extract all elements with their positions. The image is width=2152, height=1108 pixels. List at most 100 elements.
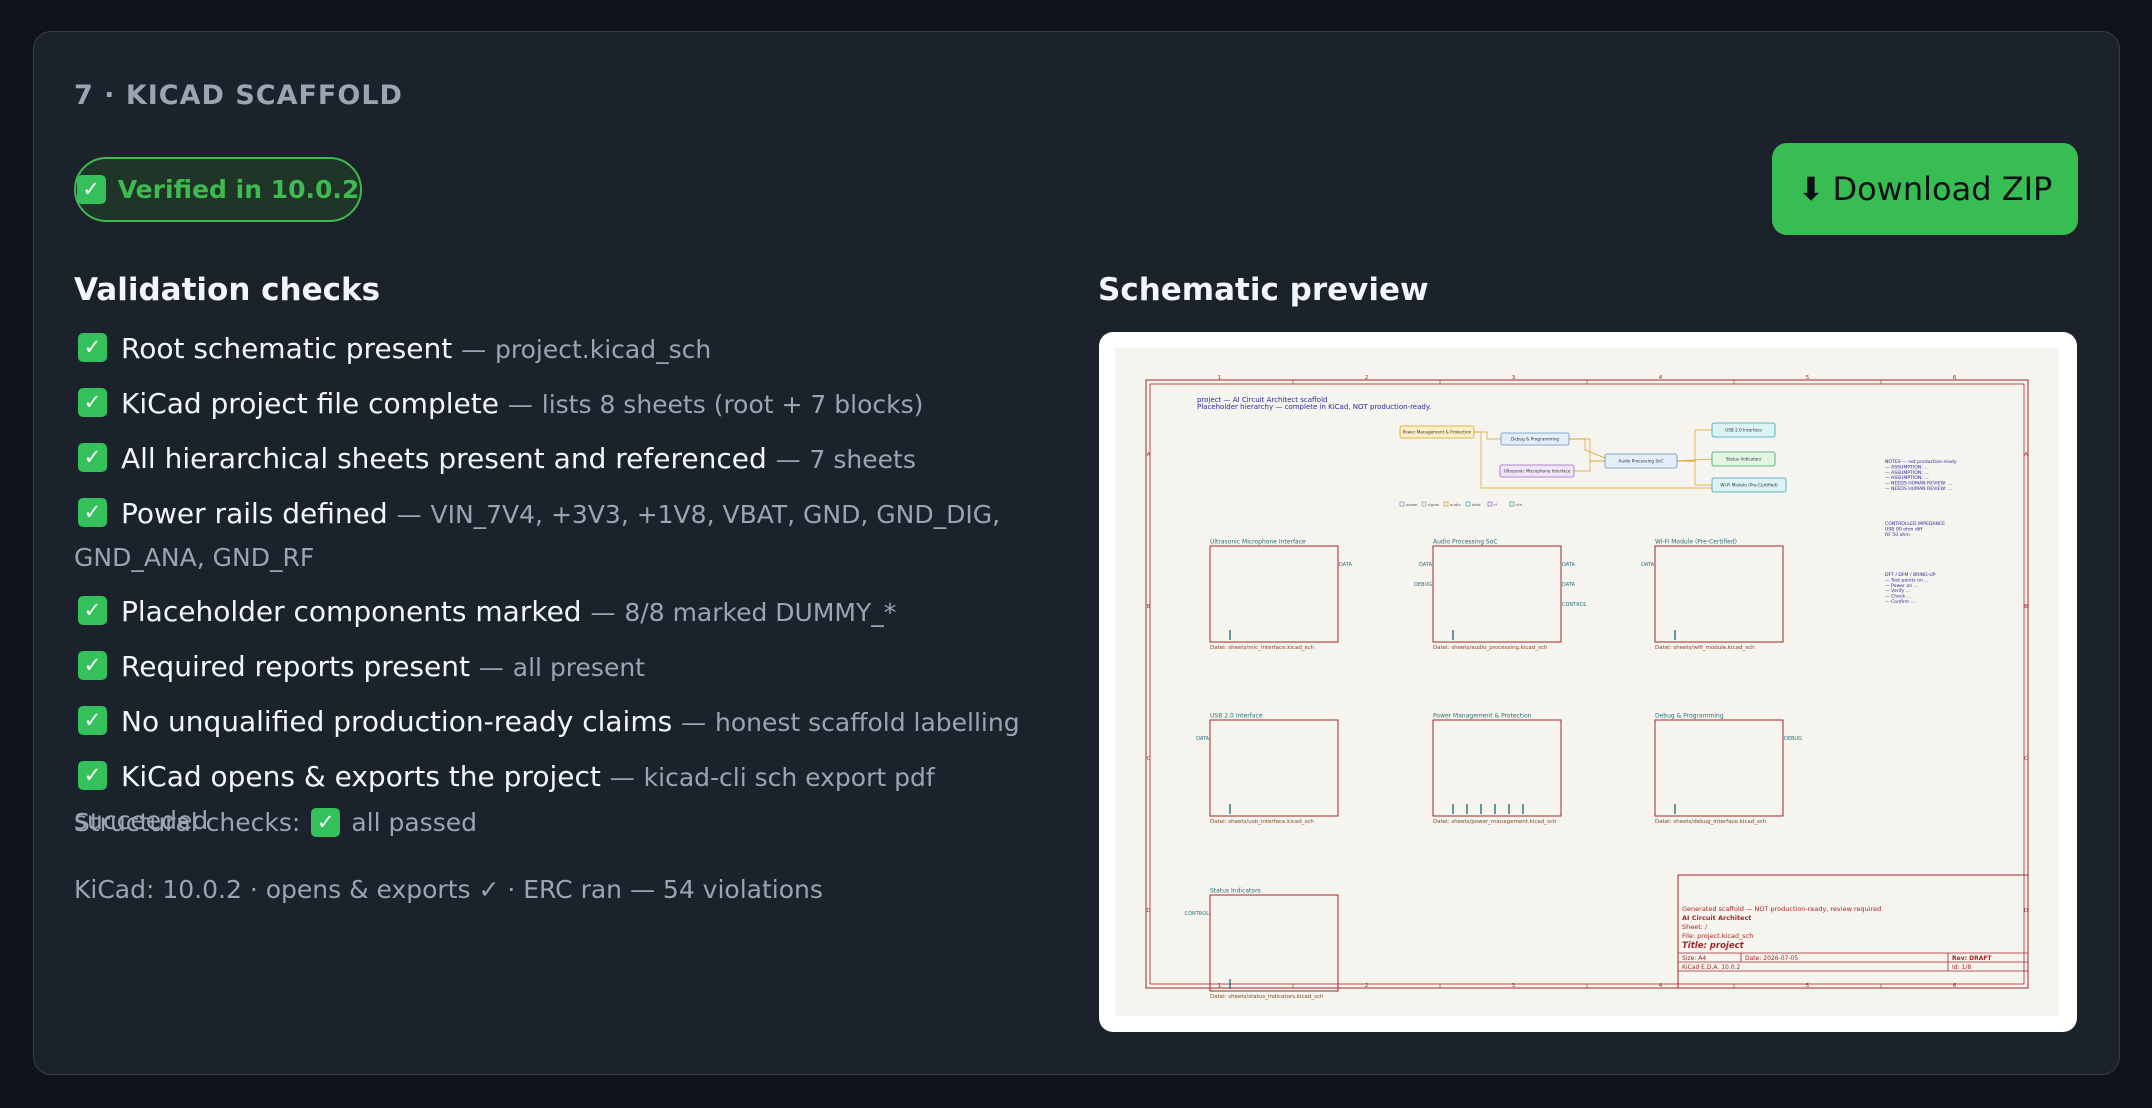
sheet-title: Audio Processing SoC xyxy=(1433,539,1498,546)
sheet-pin-label: CONTROL xyxy=(1185,911,1210,917)
bringup-line: — Test points on ... xyxy=(1885,577,1929,583)
validation-check-item: ✓ Root schematic present — project.kicad_… xyxy=(74,328,1074,371)
frame-column-number: 4 xyxy=(1659,375,1663,381)
validation-checks-heading: Validation checks xyxy=(74,272,381,308)
legend-label: ctrl xyxy=(1516,502,1522,507)
check-label: Power rails defined xyxy=(121,497,388,530)
diagram-block-label: Debug & Programming xyxy=(1511,437,1559,442)
frame-column-number: 5 xyxy=(1806,375,1810,381)
check-label: All hierarchical sheets present and refe… xyxy=(121,442,767,475)
sheet-file: Datei: sheets/status_indicators.kicad_sc… xyxy=(1210,994,1324,1000)
impedance-line: USB 90 ohm diff xyxy=(1885,526,1923,532)
check-label: Placeholder components marked xyxy=(121,595,582,628)
notes-line: — NEEDS HUMAN REVIEW: ... xyxy=(1885,481,1952,487)
title-block-tool: KiCad E.D.A. 10.0.2 xyxy=(1682,964,1740,971)
schematic-preview-heading: Schematic preview xyxy=(1098,272,1429,308)
legend-label: signal xyxy=(1428,502,1439,507)
schematic-preview-image: 112233445566AABBCCDD project — AI Circui… xyxy=(1099,332,2077,1032)
check-box-icon: ✓ xyxy=(311,808,341,837)
check-label: Required reports present xyxy=(121,650,470,683)
sheet-file: Datei: sheets/debug_interface.kicad_sch xyxy=(1655,819,1767,825)
check-detail: all present xyxy=(512,653,645,682)
frame-column-number: 2 xyxy=(1365,983,1369,989)
impedance-line: CONTROLLED IMPEDANCE xyxy=(1885,521,1945,527)
diagram-block-label: USB 2.0 Interface xyxy=(1725,428,1762,433)
notes-line: — ASSUMPTION: ... xyxy=(1885,470,1929,476)
check-detail: lists 8 sheets (root + 7 blocks) xyxy=(541,390,924,419)
legend-label: data xyxy=(1472,502,1481,507)
check-label: KiCad project file complete xyxy=(121,387,499,420)
diagram-block-label: Ultrasonic Microphone Interface xyxy=(1504,469,1571,474)
sheet-file: Datei: sheets/mic_interface.kicad_sch xyxy=(1210,645,1314,651)
frame-column-number: 6 xyxy=(1953,375,1957,381)
diagram-block-label: Wi-Fi Module (Pre-Certified) xyxy=(1720,483,1778,488)
bringup-line: DFT / DFM / BRING-UP xyxy=(1885,572,1936,578)
sheet-title: USB 2.0 Interface xyxy=(1210,713,1263,720)
structural-checks: Structural checks: ✓ all passed xyxy=(74,808,477,837)
frame-column-number: 2 xyxy=(1365,375,1369,381)
title-block-company: AI Circuit Architect xyxy=(1682,914,1751,922)
check-separator: — xyxy=(478,653,504,682)
sheet-pin-label: CONTROL xyxy=(1562,602,1587,608)
title-block-date: Date: 2026-07-05 xyxy=(1745,955,1798,962)
validation-check-item: ✓ Power rails defined — VIN_7V4, +3V3, +1… xyxy=(74,493,1074,579)
sheet-pin-label: DATA xyxy=(1419,562,1432,568)
sheet-file: Datei: sheets/usb_interface.kicad_sch xyxy=(1210,819,1314,825)
schematic-header-line2: Placeholder hierarchy — complete in KiCa… xyxy=(1197,403,1431,411)
validation-check-item: ✓ No unqualified production-ready claims … xyxy=(74,701,1074,744)
check-label: KiCad opens & exports the project xyxy=(121,760,601,793)
title-block-sheet: Sheet: / xyxy=(1682,923,1708,931)
check-separator: — xyxy=(775,445,801,474)
notes-line: — ASSUMPTION: ... xyxy=(1885,464,1929,470)
check-detail: honest scaffold labelling xyxy=(715,708,1020,737)
check-detail: 7 sheets xyxy=(809,445,916,474)
validation-check-item: ✓ KiCad project file complete — lists 8 s… xyxy=(74,383,1074,426)
notes-line: — NEEDS HUMAN REVIEW: ... xyxy=(1885,486,1952,492)
validation-checks-list: ✓ Root schematic present — project.kicad_… xyxy=(74,328,1074,854)
frame-row-letter: B xyxy=(1147,604,1151,610)
bringup-line: — Confirm ... xyxy=(1885,599,1915,605)
frame-row-letter: D xyxy=(2024,908,2028,914)
sheet-pin-label: DATA xyxy=(1562,582,1575,588)
sheet-pin-label: DATA xyxy=(1641,562,1654,568)
sheet-title: Ultrasonic Microphone Interface xyxy=(1210,539,1306,546)
frame-column-number: 3 xyxy=(1512,375,1516,381)
title-block-generated: Generated scaffold — NOT production-read… xyxy=(1682,905,1881,913)
download-arrow-icon: ⬇ xyxy=(1797,170,1825,208)
sheet-pin-label: DATA xyxy=(1196,736,1209,742)
frame-column-number: 1 xyxy=(1218,983,1222,989)
sheet-title: Status Indicators xyxy=(1210,888,1261,895)
notes-line: NOTES — not production-ready xyxy=(1885,459,1957,465)
legend-label: power xyxy=(1406,502,1418,507)
check-box-icon: ✓ xyxy=(78,387,107,417)
sheet-file: Datei: sheets/audio_processing.kicad_sch xyxy=(1433,645,1548,651)
check-separator: — xyxy=(396,500,422,529)
sheet-title: Power Management & Protection xyxy=(1433,713,1532,720)
check-box-icon: ✓ xyxy=(78,332,107,362)
bringup-line: — Power on ... xyxy=(1885,583,1918,589)
title-block-file: File: project.kicad_sch xyxy=(1682,932,1753,940)
check-box-icon: ✓ xyxy=(78,705,107,735)
frame-column-number: 3 xyxy=(1512,983,1516,989)
sheet-title: Debug & Programming xyxy=(1655,713,1724,720)
check-separator: — xyxy=(590,598,616,627)
check-label: Root schematic present xyxy=(121,332,453,365)
diagram-block-label: Power Management & Protection xyxy=(1403,430,1472,435)
check-detail: project.kicad_sch xyxy=(495,335,712,364)
diagram-block-label: Audio Processing SoC xyxy=(1618,459,1663,464)
title-block-size: Size: A4 xyxy=(1682,955,1706,962)
sheet-pin-label: DEBUG xyxy=(1784,736,1802,742)
frame-row-letter: A xyxy=(2024,452,2028,458)
title-block-title: Title: project xyxy=(1682,941,1745,951)
verified-badge: ✓ Verified in 10.0.2 xyxy=(74,157,362,222)
download-zip-button[interactable]: ⬇ Download ZIP xyxy=(1772,143,2078,235)
check-box-icon: ✓ xyxy=(78,497,107,527)
diagram-block-label: Status Indicators xyxy=(1726,457,1761,462)
check-separator: — xyxy=(609,763,635,792)
bringup-line: — Verify ... xyxy=(1885,588,1910,594)
title-block-id: Id: 1/8 xyxy=(1952,964,1971,971)
sheet-pin-label: DEBUG xyxy=(1414,582,1432,588)
notes-line: — ASSUMPTION: ... xyxy=(1885,475,1929,481)
validation-check-item: ✓ Placeholder components marked — 8/8 mar… xyxy=(74,591,1074,634)
check-box-icon: ✓ xyxy=(76,175,106,204)
